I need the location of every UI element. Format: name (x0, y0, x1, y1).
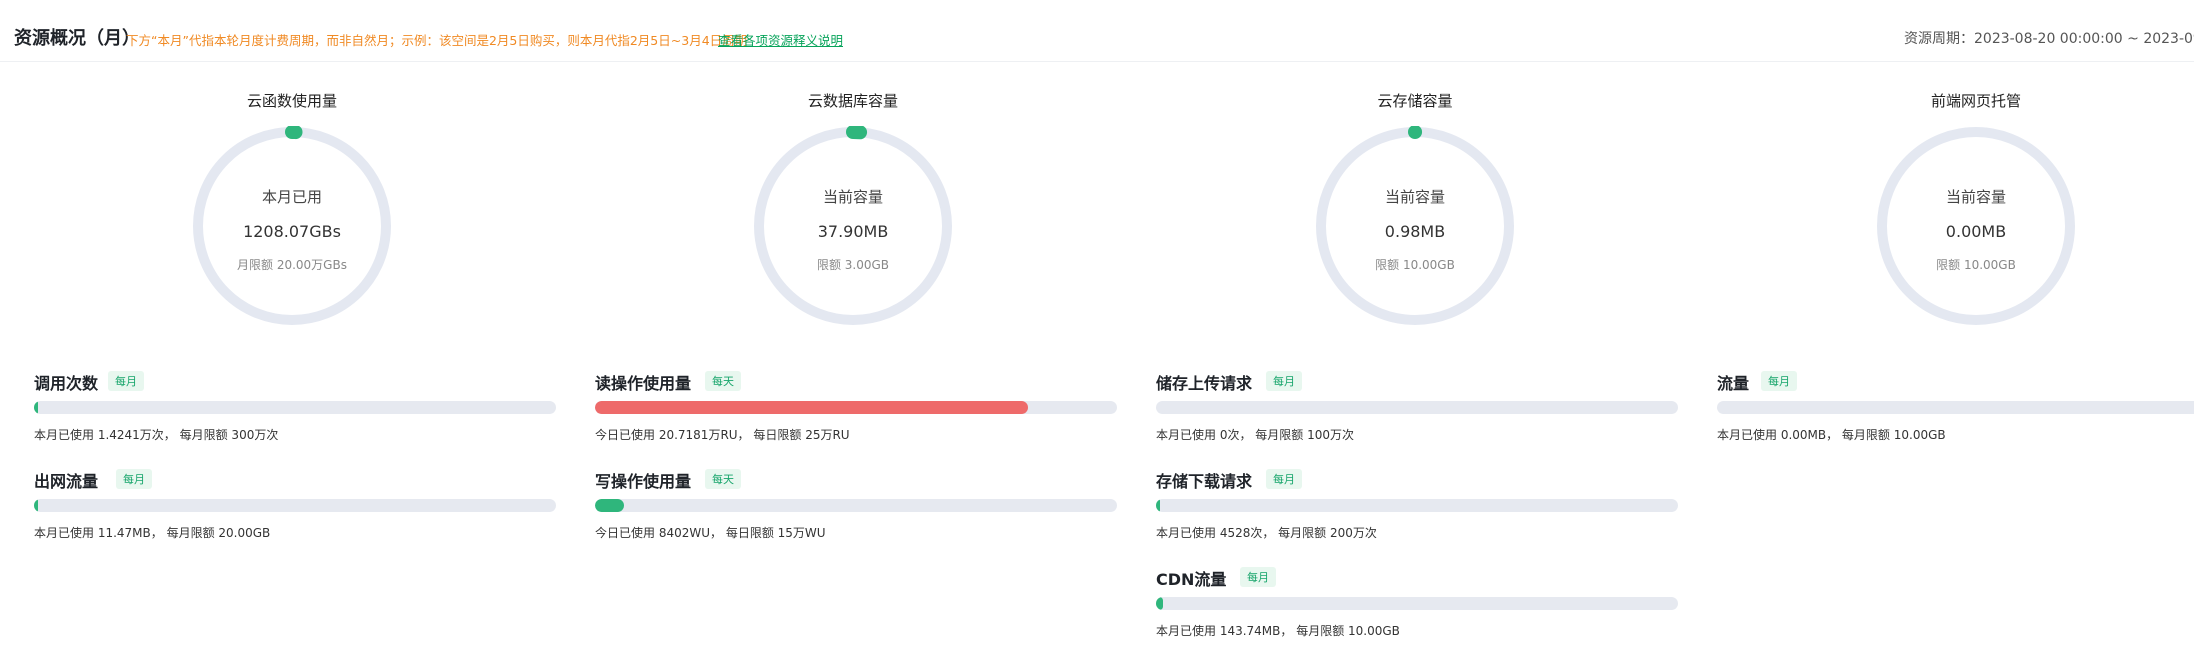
progress-bar (1156, 499, 1678, 512)
gauge-web-hosting: 前端网页托管 当前容量 0.00MB 限额 10.00GB (1846, 90, 2106, 340)
usage-text: 今日已使用 8402WU， 每日限额 15万WU (595, 526, 826, 540)
resource-period: 资源周期：2023-08-20 00:00:00 ~ 2023-09-20 (1904, 31, 2194, 47)
metric-name: 出网流量 (34, 472, 99, 491)
metric-name: 流量 (1717, 374, 1750, 393)
gauge-cloud-storage: 云存储容量 当前容量 0.98MB 限额 10.00GB (1285, 90, 1545, 340)
gauge-label: 当前容量 (1384, 188, 1445, 206)
gauge-title: 前端网页托管 (1930, 92, 2021, 110)
usage-text: 本月已使用 1.4241万次， 每月限额 300万次 (34, 428, 279, 442)
usage-text: 本月已使用 11.47MB， 每月限额 20.00GB (34, 526, 271, 540)
period-badge: 每月 (108, 371, 144, 391)
usage-text: 本月已使用 0.00MB， 每月限额 10.00GB (1717, 428, 1946, 442)
metric-name: CDN流量 (1156, 570, 1227, 589)
gauge-label: 本月已用 (261, 188, 322, 206)
period-badge: 每月 (1240, 567, 1276, 587)
billing-cycle-note: 下方“本月”代指本轮月度计费周期，而非自然月；示例：该空间是2月5日购买，则本月… (126, 33, 748, 48)
progress-bar (34, 401, 556, 414)
resource-definitions-link[interactable]: 查看各项资源释义说明 (718, 30, 843, 49)
metric-name: 储存上传请求 (1156, 374, 1253, 393)
progress-fill (1156, 499, 1160, 512)
metric-hosting-traffic: 流量 每月 本月已使用 0.00MB， 每月限额 10.00GB (1717, 370, 2194, 442)
progress-fill (34, 499, 38, 512)
gauge-value: 37.90MB (817, 222, 889, 241)
usage-text: 本月已使用 0次， 每月限额 100万次 (1156, 428, 1354, 442)
gauge-limit: 月限额 20.00万GBs (237, 258, 347, 272)
metric-upload-requests: 储存上传请求 每月 本月已使用 0次， 每月限额 100万次 (1156, 370, 1678, 442)
gauge-cloud-function: 云函数使用量 本月已用 1208.07GBs 月限额 20.00万GBs (162, 90, 422, 340)
period-badge: 每月 (1266, 371, 1302, 391)
page-header: 资源概况（月） 下方“本月”代指本轮月度计费周期，而非自然月；示例：该空间是2月… (0, 0, 2194, 62)
metric-read-ops: 读操作使用量 每天 今日已使用 20.7181万RU， 每日限额 25万RU (595, 370, 1117, 442)
metric-name: 写操作使用量 (595, 472, 692, 491)
progress-bar (595, 499, 1117, 512)
page-title: 资源概况（月） (14, 28, 140, 49)
progress-fill (595, 401, 1028, 414)
usage-text: 本月已使用 4528次， 每月限额 200万次 (1156, 526, 1377, 540)
progress-bar (34, 499, 556, 512)
progress-bar (595, 401, 1117, 414)
period-badge: 每天 (705, 469, 741, 489)
metric-name: 存储下载请求 (1156, 472, 1253, 491)
metric-name: 读操作使用量 (595, 374, 692, 393)
metric-cdn-traffic: CDN流量 每月 本月已使用 143.74MB， 每月限额 10.00GB (1156, 566, 1678, 638)
metric-download-requests: 存储下载请求 每月 本月已使用 4528次， 每月限额 200万次 (1156, 468, 1678, 540)
metric-write-ops: 写操作使用量 每天 今日已使用 8402WU， 每日限额 15万WU (595, 468, 1117, 540)
period-badge: 每月 (1266, 469, 1302, 489)
gauge-limit: 限额 3.00GB (816, 258, 890, 272)
gauge-value: 0.00MB (1945, 222, 2007, 241)
gauge-limit: 限额 10.00GB (1375, 258, 1455, 272)
progress-fill (595, 499, 625, 512)
progress-bar (1717, 401, 2194, 414)
gauge-limit: 限额 10.00GB (1936, 258, 2016, 272)
usage-text: 今日已使用 20.7181万RU， 每日限额 25万RU (595, 428, 850, 442)
period-badge: 每月 (1761, 371, 1797, 391)
gauge-cloud-database: 云数据库容量 当前容量 37.90MB 限额 3.00GB (723, 90, 983, 340)
progress-fill (34, 401, 38, 414)
progress-bar (1156, 597, 1678, 610)
gauge-value: 1208.07GBs (243, 222, 341, 241)
gauge-value: 0.98MB (1384, 222, 1446, 241)
gauge-label: 当前容量 (822, 188, 883, 206)
period-badge: 每月 (116, 469, 152, 489)
metric-invocations: 调用次数 每月 本月已使用 1.4241万次， 每月限额 300万次 (34, 370, 556, 442)
gauge-title: 云函数使用量 (246, 92, 337, 110)
metric-outbound-traffic: 出网流量 每月 本月已使用 11.47MB， 每月限额 20.00GB (34, 468, 556, 540)
period-badge: 每天 (705, 371, 741, 391)
progress-bar (1156, 401, 1678, 414)
metric-name: 调用次数 (34, 374, 99, 393)
gauge-title: 云数据库容量 (807, 92, 898, 110)
usage-text: 本月已使用 143.74MB， 每月限额 10.00GB (1156, 624, 1400, 638)
progress-fill (1156, 597, 1164, 610)
gauge-label: 当前容量 (1945, 188, 2006, 206)
gauge-title: 云存储容量 (1377, 92, 1453, 110)
